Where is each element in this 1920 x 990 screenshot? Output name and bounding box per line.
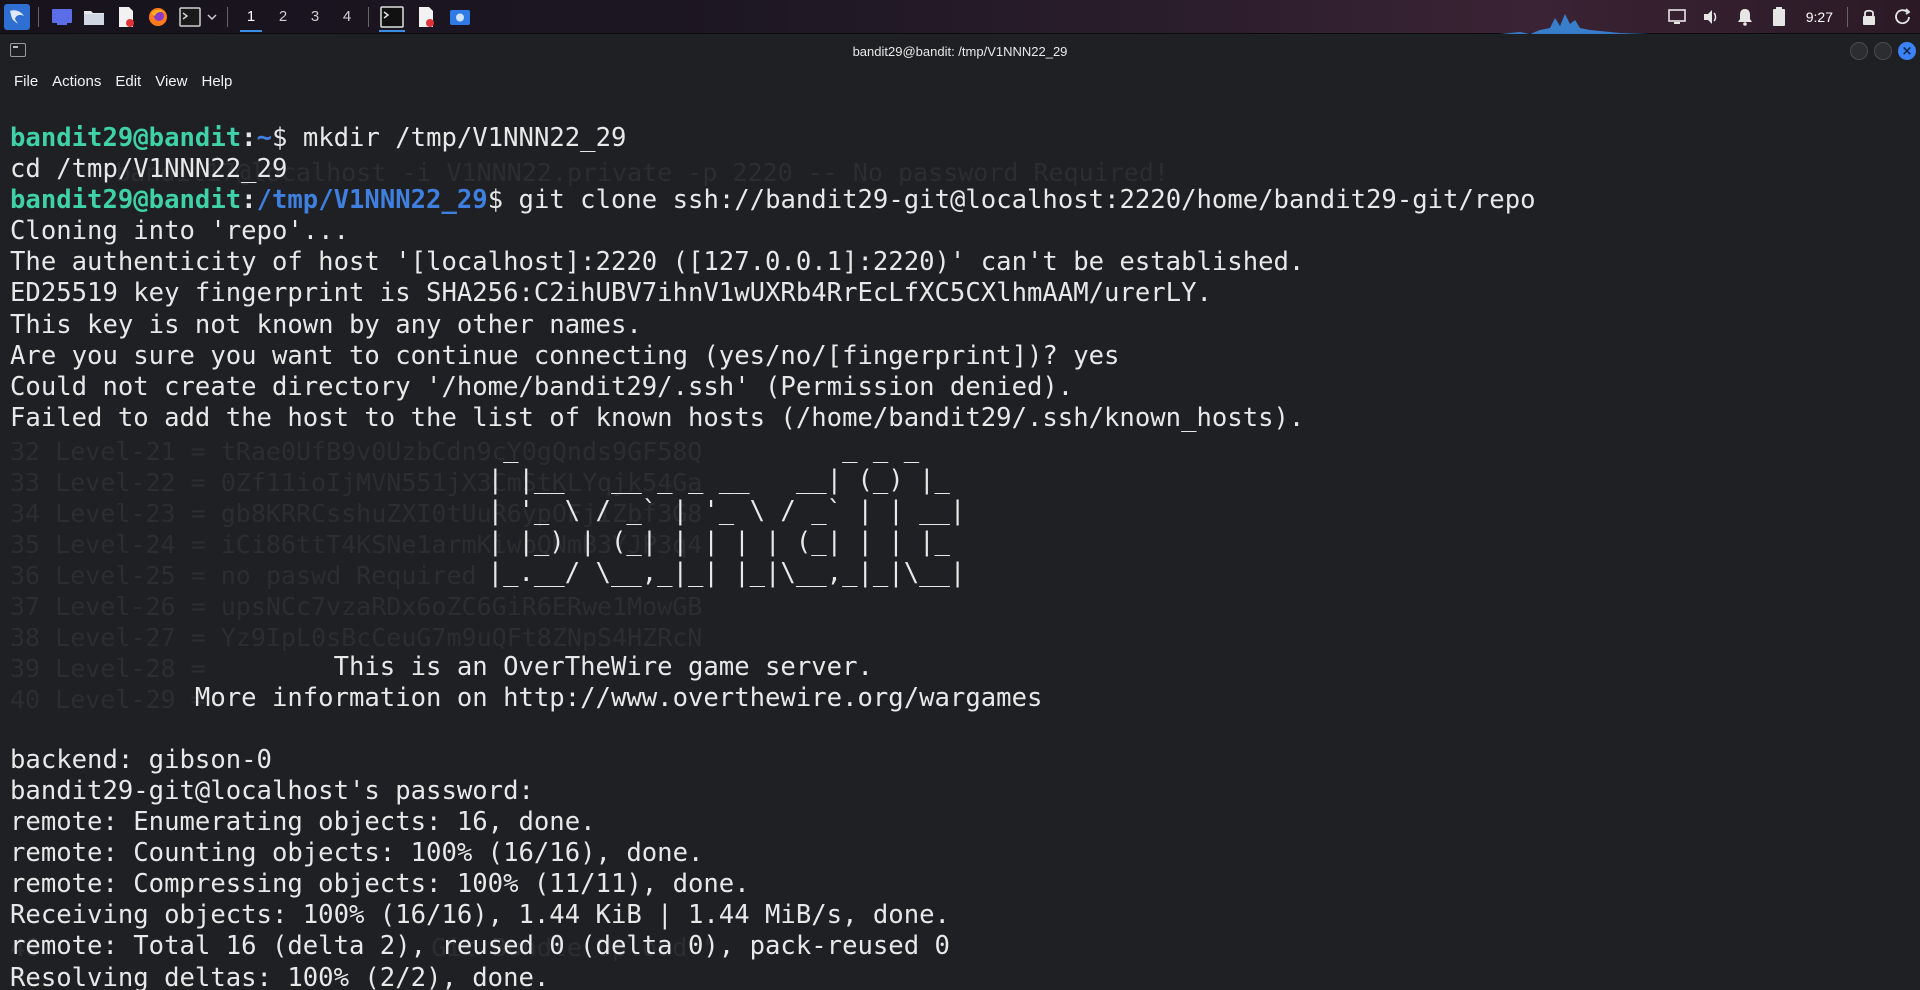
terminal-text: bandit29@bandit:~$ mkdir /tmp/V1NNN22_29… [10, 123, 1536, 990]
clone-output-line: Failed to add the host to the list of kn… [10, 402, 1305, 433]
prompt-path-home: ~ [256, 123, 272, 153]
display-icon[interactable] [1666, 6, 1688, 28]
clone-output: Cloning into 'repo'... The authenticity … [10, 216, 1304, 433]
bandit-ascii-banner: _ _ _ _ | |__ __ _ _ __ __| (_) |_ | '_ … [10, 434, 1536, 745]
clock[interactable]: 9:27 [1806, 9, 1833, 25]
workspace-4[interactable]: 4 [334, 2, 360, 32]
terminal-launcher-icon[interactable] [177, 4, 203, 30]
clone-output-line: Could not create directory '/home/bandit… [10, 371, 1074, 402]
clone-output-line: Cloning into 'repo'... [10, 216, 349, 247]
ascii-banner-line: More information on http://www.overthewi… [10, 682, 1043, 713]
prompt-dollar: $ [271, 123, 288, 153]
command-mkdir: mkdir /tmp/V1NNN22_29 [287, 123, 627, 153]
close-button[interactable]: × [1898, 42, 1916, 60]
prompt-line-2: bandit29@bandit:/tmp/V1NNN22_29$ git clo… [10, 185, 1536, 216]
minimize-button[interactable] [1850, 42, 1868, 60]
menu-edit[interactable]: Edit [115, 73, 141, 90]
prompt-dollar: $ [487, 185, 504, 216]
transfer-output-line: remote: Compressing objects: 100% (11/11… [10, 869, 750, 900]
task-screenshot-tool[interactable] [445, 2, 475, 32]
window-titlebar[interactable]: bandit29@bandit: /tmp/V1NNN22_29 × [0, 34, 1920, 68]
lock-icon[interactable] [1858, 6, 1880, 28]
maximize-button[interactable] [1874, 42, 1892, 60]
clone-output-line: The authenticity of host '[localhost]:22… [10, 247, 1305, 278]
ascii-banner-line: | |_) | (_| | | | | (_| | | |_ [10, 527, 966, 558]
git-transfer-output: backend: gibson-0 bandit29-git@localhost… [10, 745, 950, 990]
command-git-clone: git clone ssh://bandit29-git@localhost:2… [503, 185, 1536, 216]
notifications-bell-icon[interactable] [1734, 6, 1756, 28]
prompt-user-host: bandit29@bandit [10, 123, 242, 153]
workspace-1[interactable]: 1 [238, 2, 264, 32]
ascii-banner-line: |_.__/ \__,_|_| |_|\__,_|_|\__| [10, 558, 966, 589]
close-icon: × [1901, 43, 1913, 59]
prompt-path-cwd: /tmp/V1NNN22_29 [256, 185, 488, 216]
ascii-banner-line: | '_ \ / _` | '_ \ / _` | | __| [10, 496, 966, 527]
prompt-line-1: bandit29@bandit:~$ mkdir /tmp/V1NNN22_29 [10, 123, 627, 153]
power-logout-icon[interactable] [1892, 6, 1914, 28]
firefox-icon[interactable] [145, 4, 171, 30]
transfer-output-line: Resolving deltas: 100% (2/2), done. [10, 962, 550, 990]
battery-icon[interactable] [1768, 6, 1790, 28]
transfer-output-line: bandit29-git@localhost's password: [10, 775, 534, 806]
workspace-3[interactable]: 3 [302, 2, 328, 32]
transfer-output-line: backend: gibson-0 [10, 744, 272, 775]
taskbar: 1 2 3 4 9:27 [0, 0, 1920, 34]
ascii-banner-line: | |__ __ _ _ __ __| (_) |_ [10, 465, 966, 496]
clone-output-line: This key is not known by any other names… [10, 309, 642, 340]
window-menu-icon[interactable] [10, 43, 26, 57]
transfer-output-line: remote: Total 16 (delta 2), reused 0 (de… [10, 931, 950, 962]
prompt-user-host: bandit29@bandit [10, 185, 242, 216]
workspace-2[interactable]: 2 [270, 2, 296, 32]
terminal-output-area[interactable]: bandit17@localhost -i V1NNN22.private -p… [0, 94, 1920, 990]
kali-menu-icon[interactable] [4, 3, 30, 30]
desktop-icon[interactable] [49, 4, 75, 30]
menu-file[interactable]: File [14, 73, 38, 90]
transfer-output-line: remote: Counting objects: 100% (16/16), … [10, 838, 704, 869]
transfer-output-line: remote: Enumerating objects: 16, done. [10, 807, 596, 838]
transfer-output-line: Receiving objects: 100% (16/16), 1.44 Ki… [10, 900, 950, 931]
file-manager-icon[interactable] [81, 4, 107, 30]
chevron-down-icon[interactable] [205, 4, 219, 30]
menu-help[interactable]: Help [201, 73, 232, 90]
cpu-usage-graph [1500, 14, 1650, 34]
ascii-banner-line: This is an OverTheWire game server. [10, 651, 873, 682]
system-tray: 9:27 [1660, 0, 1920, 34]
clone-output-line: Are you sure you want to continue connec… [10, 340, 1120, 371]
window-title: bandit29@bandit: /tmp/V1NNN22_29 [852, 43, 1068, 59]
taskbar-separator [38, 6, 39, 27]
taskbar-separator [1847, 7, 1848, 27]
menu-bar: File Actions Edit View Help [0, 68, 232, 94]
volume-icon[interactable] [1700, 6, 1722, 28]
taskbar-separator [227, 6, 228, 27]
text-editor-icon[interactable] [113, 4, 139, 30]
taskbar-separator [368, 6, 369, 27]
terminal-window: bandit29@bandit: /tmp/V1NNN22_29 × File … [0, 34, 1920, 990]
menu-actions[interactable]: Actions [52, 73, 101, 90]
task-text-editor[interactable] [411, 2, 441, 32]
task-terminal[interactable] [377, 2, 407, 32]
command-cd: cd /tmp/V1NNN22_29 [10, 154, 288, 185]
ascii-banner-line: _ _ _ _ [10, 433, 966, 464]
clone-output-line: ED25519 key fingerprint is SHA256:C2ihUB… [10, 278, 1212, 309]
menu-view[interactable]: View [155, 73, 187, 90]
